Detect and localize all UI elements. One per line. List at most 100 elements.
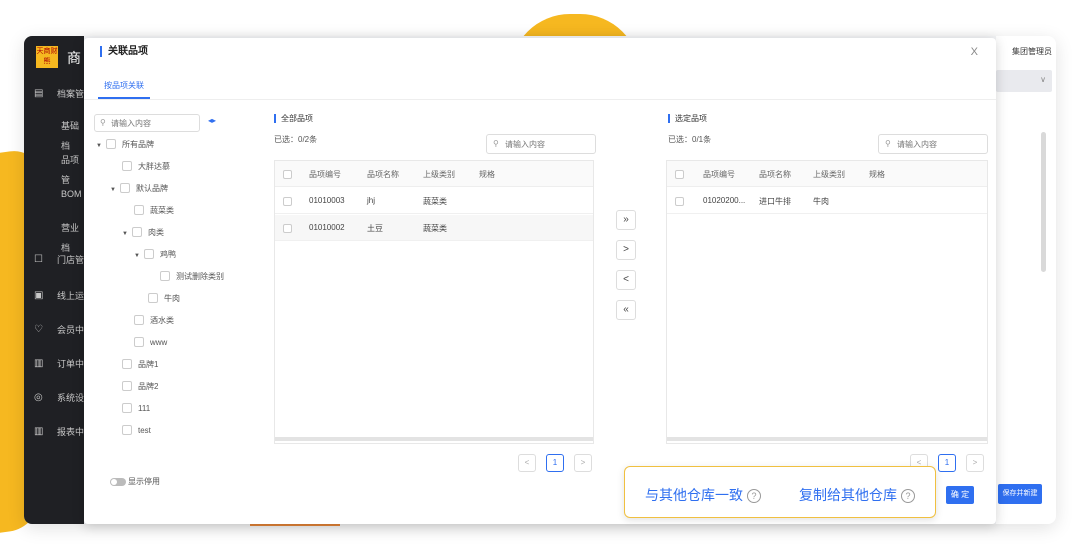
tree-checkbox[interactable]: [134, 205, 144, 215]
tree-node-label: 品牌1: [138, 360, 159, 369]
column-header[interactable]: 品项名称: [759, 169, 791, 180]
tab-by-item[interactable]: 按品项关联: [98, 80, 150, 99]
tree-checkbox[interactable]: [122, 161, 132, 171]
tree-node[interactable]: test: [112, 424, 151, 438]
tree-checkbox[interactable]: [120, 183, 130, 193]
pager-next-button[interactable]: >: [966, 454, 984, 472]
tree-node-poultry[interactable]: ▼ 鸡鸭: [134, 248, 176, 262]
column-header[interactable]: 品项名称: [367, 169, 399, 180]
sidebar-item-business[interactable]: 营业档: [24, 218, 84, 253]
tree-checkbox[interactable]: [122, 381, 132, 391]
sidebar-item-product[interactable]: 品项管: [24, 150, 84, 185]
sidebar-item-order[interactable]: ▥ 订单中: [24, 354, 84, 374]
move-all-left-button[interactable]: «: [616, 300, 636, 320]
tree-checkbox[interactable]: [148, 293, 158, 303]
help-icon[interactable]: ?: [901, 489, 915, 503]
sidebar-item-bom[interactable]: BOM: [24, 184, 84, 204]
sidebar-item-store[interactable]: ☐ 门店管: [24, 250, 84, 270]
confirm-button[interactable]: 确 定: [946, 486, 974, 504]
admin-label[interactable]: 集团管理员: [1012, 46, 1052, 57]
table-row[interactable]: 01010002 土豆 蔬菜类: [275, 215, 593, 241]
pager-next-button[interactable]: >: [574, 454, 592, 472]
tree-node-default-brand[interactable]: ▼ 默认品牌: [110, 182, 168, 196]
copy-to-other-warehouses-option[interactable]: 复制给其他仓库?: [799, 485, 915, 505]
tree-node[interactable]: 牛肉: [138, 292, 180, 306]
row-checkbox[interactable]: [283, 197, 292, 206]
close-icon[interactable]: X: [971, 46, 978, 58]
move-left-button[interactable]: <: [616, 270, 636, 290]
tree-checkbox[interactable]: [132, 227, 142, 237]
select-all-checkbox[interactable]: [283, 170, 292, 179]
sidebar-item-system[interactable]: ◎ 系统设: [24, 388, 84, 408]
all-items-search-input[interactable]: [505, 138, 585, 150]
pager-prev-button[interactable]: <: [518, 454, 536, 472]
tree-checkbox[interactable]: [134, 337, 144, 347]
sidebar-item-label: BOM: [61, 189, 82, 199]
column-header[interactable]: 规格: [869, 169, 885, 180]
tree-node[interactable]: www: [124, 336, 167, 350]
sidebar-item-archive[interactable]: ▤ 档案管: [24, 84, 84, 104]
background-scrollbar[interactable]: [1041, 132, 1046, 272]
tree-node[interactable]: 酒水类: [124, 314, 174, 328]
item-category: 牛肉: [813, 197, 829, 206]
select-all-checkbox[interactable]: [675, 170, 684, 179]
tree-checkbox[interactable]: [134, 315, 144, 325]
tree-node-all-brands[interactable]: ▼ 所有品牌: [96, 138, 154, 152]
pager-current-page[interactable]: 1: [546, 454, 564, 472]
tree-node[interactable]: 测试删除类别: [150, 270, 224, 284]
tree-checkbox[interactable]: [122, 425, 132, 435]
sidebar-item-label: 会员中: [57, 325, 85, 335]
column-header[interactable]: 上级类别: [423, 169, 455, 180]
horizontal-scrollbar[interactable]: [275, 437, 593, 441]
all-items-table: 品项编号 品项名称 上级类别 规格 01010003 jhj 蔬菜类 01010…: [274, 160, 594, 444]
show-disabled-toggle[interactable]: [110, 478, 126, 486]
app-title: 商: [67, 50, 81, 66]
row-checkbox[interactable]: [675, 197, 684, 206]
horizontal-scrollbar[interactable]: [667, 437, 987, 441]
column-header[interactable]: 上级类别: [813, 169, 845, 180]
tree-node-label: 鸡鸭: [160, 250, 176, 259]
tree-collapse-toggle[interactable]: ◂▸: [208, 116, 216, 125]
pager-current-page[interactable]: 1: [938, 454, 956, 472]
sidebar-item-online[interactable]: ▣ 线上运: [24, 286, 84, 306]
selected-items-search-input[interactable]: [897, 138, 977, 150]
column-header[interactable]: 品项编号: [703, 169, 735, 180]
row-checkbox[interactable]: [283, 224, 292, 233]
tree-checkbox[interactable]: [122, 359, 132, 369]
tree-checkbox[interactable]: [106, 139, 116, 149]
sidebar-item-basic[interactable]: 基础档: [24, 116, 84, 151]
caret-down-icon[interactable]: ▼: [96, 139, 106, 153]
help-icon[interactable]: ?: [747, 489, 761, 503]
tree-node-label: 酒水类: [150, 316, 174, 325]
warehouse-options-callout: 与其他仓库一致? 复制给其他仓库?: [624, 466, 936, 518]
tree-checkbox[interactable]: [160, 271, 170, 281]
same-as-other-warehouses-option[interactable]: 与其他仓库一致?: [645, 485, 761, 505]
background-select[interactable]: ∨: [996, 70, 1052, 92]
tree-node[interactable]: 蔬菜类: [124, 204, 174, 218]
tree-node[interactable]: 品牌2: [112, 380, 158, 394]
tree-node[interactable]: 大胖达慕: [112, 160, 170, 174]
sidebar-item-member[interactable]: ♡ 会员中: [24, 320, 84, 340]
column-header[interactable]: 规格: [479, 169, 495, 180]
tree-node[interactable]: 品牌1: [112, 358, 158, 372]
tree-search-input[interactable]: [111, 117, 197, 129]
sidebar-item-report[interactable]: ▥ 报表中: [24, 422, 84, 442]
tree-node-label: 大胖达慕: [138, 162, 170, 171]
table-row[interactable]: 01010003 jhj 蔬菜类: [275, 188, 593, 214]
table-row[interactable]: 01020200... 进口牛排 牛肉: [667, 188, 987, 214]
save-and-new-button[interactable]: 保存并新建: [998, 484, 1042, 504]
move-all-right-button[interactable]: »: [616, 210, 636, 230]
sidebar-item-label: 线上运: [57, 291, 85, 301]
caret-down-icon[interactable]: ▼: [122, 227, 132, 241]
tree-node-meat[interactable]: ▼ 肉类: [122, 226, 164, 240]
tree-node-label: 所有品牌: [122, 140, 154, 149]
tree-checkbox[interactable]: [122, 403, 132, 413]
column-header[interactable]: 品项编号: [309, 169, 341, 180]
caret-down-icon[interactable]: ▼: [134, 249, 144, 263]
move-right-button[interactable]: >: [616, 240, 636, 260]
tree-node[interactable]: 111: [112, 402, 150, 416]
tree-checkbox[interactable]: [144, 249, 154, 259]
online-icon: ▣: [34, 290, 44, 301]
all-items-search: ⚲: [486, 134, 596, 154]
caret-down-icon[interactable]: ▼: [110, 183, 120, 197]
